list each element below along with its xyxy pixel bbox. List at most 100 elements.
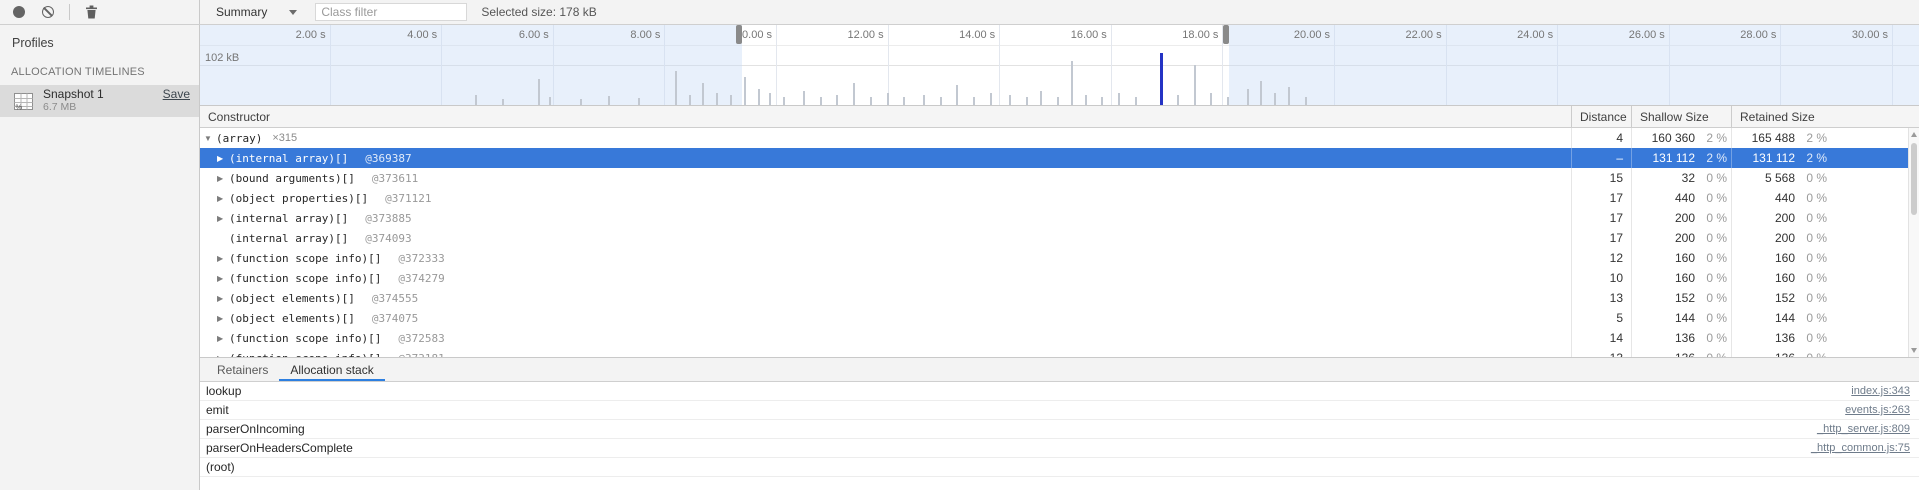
window-handle-right[interactable] bbox=[1223, 25, 1229, 44]
allocation-bar[interactable] bbox=[702, 83, 704, 105]
retained-size-percent: 0 % bbox=[1795, 251, 1827, 265]
expand-arrow-icon[interactable]: ▶ bbox=[217, 214, 229, 223]
allocation-bar[interactable] bbox=[1305, 97, 1307, 105]
allocation-bar[interactable] bbox=[887, 93, 889, 105]
tab-retainers[interactable]: Retainers bbox=[206, 358, 279, 381]
allocation-bar[interactable] bbox=[1210, 93, 1212, 105]
expand-arrow-icon[interactable]: ▼ bbox=[204, 134, 216, 143]
allocation-bar[interactable] bbox=[783, 97, 785, 105]
allocation-bar[interactable] bbox=[1071, 61, 1073, 105]
window-handle-left[interactable] bbox=[736, 25, 742, 44]
heap-snapshot-icon: % bbox=[13, 91, 34, 112]
scroll-down-icon[interactable] bbox=[1911, 348, 1917, 353]
shallow-size-percent: 0 % bbox=[1695, 191, 1727, 205]
table-row[interactable]: ▶ (internal array)[] @373885 17 200 0 % … bbox=[200, 208, 1919, 228]
allocation-bar[interactable] bbox=[990, 93, 992, 105]
column-header-retained-size[interactable]: Retained Size bbox=[1731, 106, 1919, 127]
column-header-shallow-size[interactable]: Shallow Size bbox=[1631, 106, 1731, 127]
class-filter-input[interactable] bbox=[315, 3, 467, 21]
allocation-bar[interactable] bbox=[1118, 93, 1120, 105]
allocation-bar[interactable] bbox=[758, 89, 760, 105]
allocation-bar[interactable] bbox=[538, 79, 540, 105]
allocation-bar[interactable] bbox=[1177, 95, 1179, 105]
allocation-bar[interactable] bbox=[716, 93, 718, 105]
timeline-tick-label: 24.00 s bbox=[1483, 29, 1553, 41]
allocation-bar[interactable] bbox=[940, 97, 942, 105]
allocation-bar[interactable] bbox=[1194, 65, 1196, 105]
allocation-bar[interactable] bbox=[1026, 97, 1028, 105]
allocation-bar[interactable] bbox=[903, 97, 905, 105]
tab-allocation-stack[interactable]: Allocation stack bbox=[279, 358, 384, 381]
stack-frame-source-link[interactable]: _http_common.js:75 bbox=[1811, 442, 1910, 454]
allocation-bar[interactable] bbox=[549, 97, 551, 105]
selected-allocation-bar[interactable] bbox=[1160, 53, 1163, 105]
allocation-bar[interactable] bbox=[1057, 97, 1059, 105]
sidebar-item-snapshot-1[interactable]: % Snapshot 1 Save 6.7 MB bbox=[0, 85, 199, 117]
allocation-bar[interactable] bbox=[730, 95, 732, 105]
allocation-bar[interactable] bbox=[744, 77, 746, 105]
perspective-select[interactable]: Summary bbox=[212, 3, 301, 21]
grid-scrollbar[interactable] bbox=[1908, 128, 1919, 357]
table-row[interactable]: ▶ (function scope info)[] @374279 10 160… bbox=[200, 268, 1919, 288]
allocation-bar[interactable] bbox=[820, 97, 822, 105]
allocation-bar[interactable] bbox=[769, 93, 771, 105]
column-header-constructor[interactable]: Constructor bbox=[200, 106, 1571, 127]
allocation-bar[interactable] bbox=[1247, 89, 1249, 105]
scroll-up-icon[interactable] bbox=[1911, 132, 1917, 137]
expand-arrow-icon[interactable]: ▶ bbox=[217, 334, 229, 343]
record-button[interactable] bbox=[11, 4, 27, 20]
table-row[interactable]: ▶ (object elements)[] @374555 13 152 0 %… bbox=[200, 288, 1919, 308]
allocation-bar[interactable] bbox=[1040, 91, 1042, 105]
stack-frame-source-link[interactable]: index.js:343 bbox=[1851, 385, 1910, 397]
expand-arrow-icon[interactable]: ▶ bbox=[217, 194, 229, 203]
table-row[interactable]: ▶ (internal array)[] @369387 – 131 112 2… bbox=[200, 148, 1919, 168]
allocation-bar[interactable] bbox=[638, 98, 640, 105]
allocation-bar[interactable] bbox=[475, 95, 477, 105]
expand-arrow-icon[interactable]: ▶ bbox=[217, 174, 229, 183]
distance-value: 17 bbox=[1571, 188, 1631, 208]
expand-arrow-icon[interactable]: ▶ bbox=[217, 154, 229, 163]
allocation-bar[interactable] bbox=[675, 71, 677, 105]
allocation-bar[interactable] bbox=[1260, 81, 1262, 105]
expand-arrow-icon[interactable]: ▶ bbox=[217, 254, 229, 263]
table-row[interactable]: ▶ (object elements)[] @374075 5 144 0 % … bbox=[200, 308, 1919, 328]
allocation-bar[interactable] bbox=[1227, 97, 1229, 105]
table-row[interactable]: ▶ (object properties)[] @371121 17 440 0… bbox=[200, 188, 1919, 208]
allocation-bar[interactable] bbox=[1085, 95, 1087, 105]
scrollbar-thumb[interactable] bbox=[1911, 143, 1917, 215]
allocation-bar[interactable] bbox=[502, 99, 504, 105]
allocation-bar[interactable] bbox=[689, 95, 691, 105]
clear-all-button[interactable] bbox=[40, 4, 56, 20]
table-row[interactable]: (internal array)[] @374093 17 200 0 % 20… bbox=[200, 228, 1919, 248]
delete-profile-button[interactable] bbox=[83, 4, 99, 20]
allocation-bar[interactable] bbox=[1135, 97, 1137, 105]
allocation-bar[interactable] bbox=[580, 99, 582, 105]
perspective-select-value: Summary bbox=[216, 5, 267, 19]
stack-frame-source-link[interactable]: _http_server.js:809 bbox=[1817, 423, 1910, 435]
allocation-bar[interactable] bbox=[803, 91, 805, 105]
allocation-bar[interactable] bbox=[870, 97, 872, 105]
table-row[interactable]: ▶ (function scope info)[] @373181 13 136… bbox=[200, 348, 1919, 357]
expand-arrow-icon[interactable]: ▶ bbox=[217, 294, 229, 303]
allocation-bar[interactable] bbox=[836, 95, 838, 105]
allocation-bar[interactable] bbox=[1288, 87, 1290, 105]
allocation-bar[interactable] bbox=[923, 95, 925, 105]
table-row[interactable]: ▶ (bound arguments)[] @373611 15 32 0 % … bbox=[200, 168, 1919, 188]
constructor-name: (internal array)[] bbox=[229, 212, 348, 225]
column-header-distance[interactable]: Distance bbox=[1571, 106, 1631, 127]
allocation-bar[interactable] bbox=[973, 97, 975, 105]
table-row[interactable]: ▼ (array) ×315 4 160 360 2 % 165 488 2 % bbox=[200, 128, 1919, 148]
table-row[interactable]: ▶ (function scope info)[] @372333 12 160… bbox=[200, 248, 1919, 268]
overview-timeline[interactable]: 102 kB 2.00 s4.00 s6.00 s8.00 s10.00 s12… bbox=[200, 25, 1919, 106]
snapshot-save-link[interactable]: Save bbox=[163, 88, 190, 101]
allocation-bar[interactable] bbox=[853, 83, 855, 105]
expand-arrow-icon[interactable]: ▶ bbox=[217, 314, 229, 323]
stack-frame-source-link[interactable]: events.js:263 bbox=[1845, 404, 1910, 416]
expand-arrow-icon[interactable]: ▶ bbox=[217, 274, 229, 283]
allocation-bar[interactable] bbox=[608, 96, 610, 105]
table-row[interactable]: ▶ (function scope info)[] @372583 14 136… bbox=[200, 328, 1919, 348]
allocation-bar[interactable] bbox=[1009, 95, 1011, 105]
allocation-bar[interactable] bbox=[1101, 97, 1103, 105]
allocation-bar[interactable] bbox=[956, 85, 958, 105]
allocation-bar[interactable] bbox=[1274, 93, 1276, 105]
